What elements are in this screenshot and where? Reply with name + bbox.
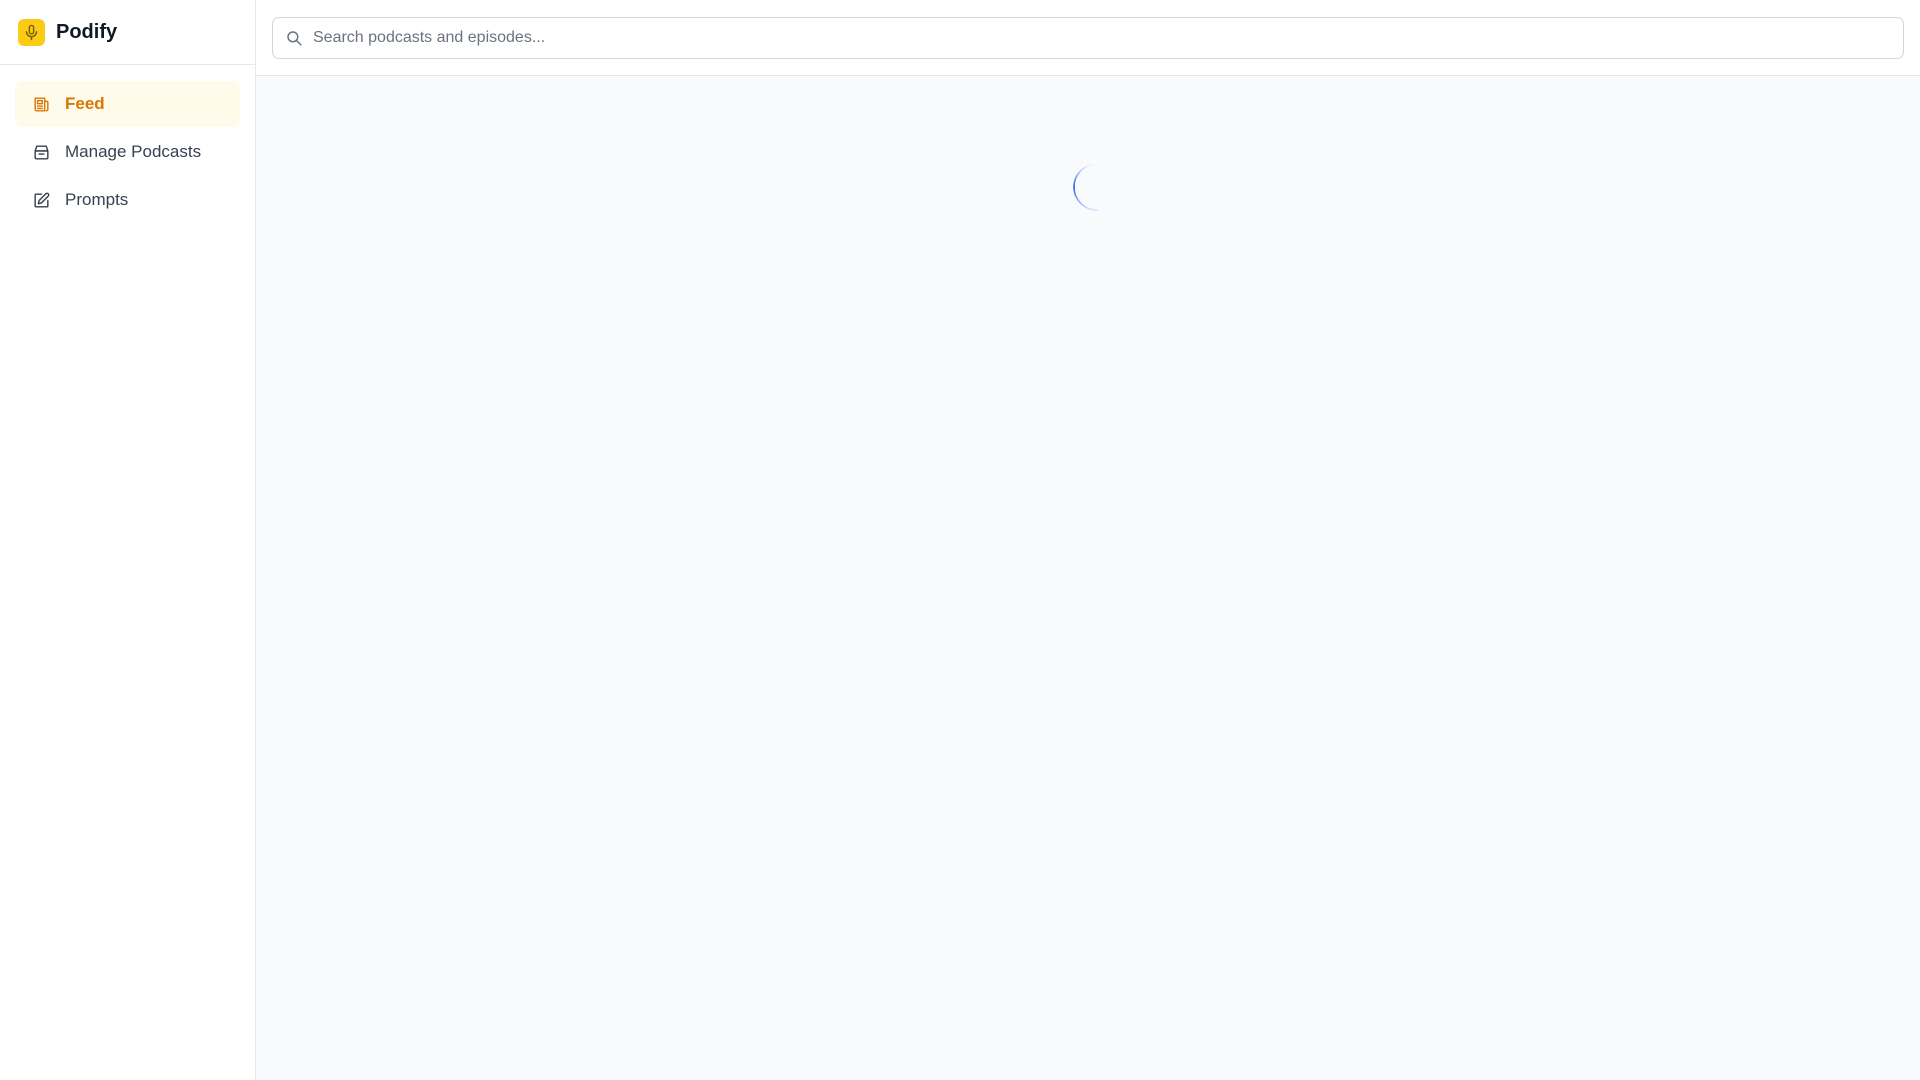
- loading-spinner-icon: [1073, 163, 1098, 211]
- sidebar: Podify Feed Manage Podcasts Prompts: [0, 0, 256, 1080]
- search-box[interactable]: [272, 16, 1904, 59]
- feed-content: [256, 76, 1920, 1080]
- app-title: Podify: [56, 20, 118, 43]
- newspaper-icon: [32, 95, 51, 114]
- sidebar-nav: Feed Manage Podcasts Prompts: [0, 65, 255, 239]
- search-icon: [285, 29, 303, 47]
- archive-box-icon: [32, 143, 51, 162]
- sidebar-item-label: Manage Podcasts: [65, 142, 202, 161]
- main-area: [256, 0, 1920, 1080]
- microphone-icon: [18, 18, 45, 46]
- app-root: Podify Feed Manage Podcasts Prompts Sear…: [0, 0, 1920, 1080]
- sidebar-item-prompts[interactable]: Prompts: [15, 177, 240, 223]
- sidebar-item-feed[interactable]: Feed: [15, 81, 240, 127]
- top-bar: [256, 0, 1920, 76]
- search-input[interactable]: [313, 28, 1891, 47]
- edit-square-icon: [32, 191, 51, 210]
- sidebar-item-manage-podcasts[interactable]: Manage Podcasts: [15, 129, 240, 175]
- sidebar-item-label: Prompts: [65, 190, 129, 209]
- brand-header[interactable]: Podify: [0, 0, 255, 65]
- sidebar-item-label: Feed: [65, 94, 105, 113]
